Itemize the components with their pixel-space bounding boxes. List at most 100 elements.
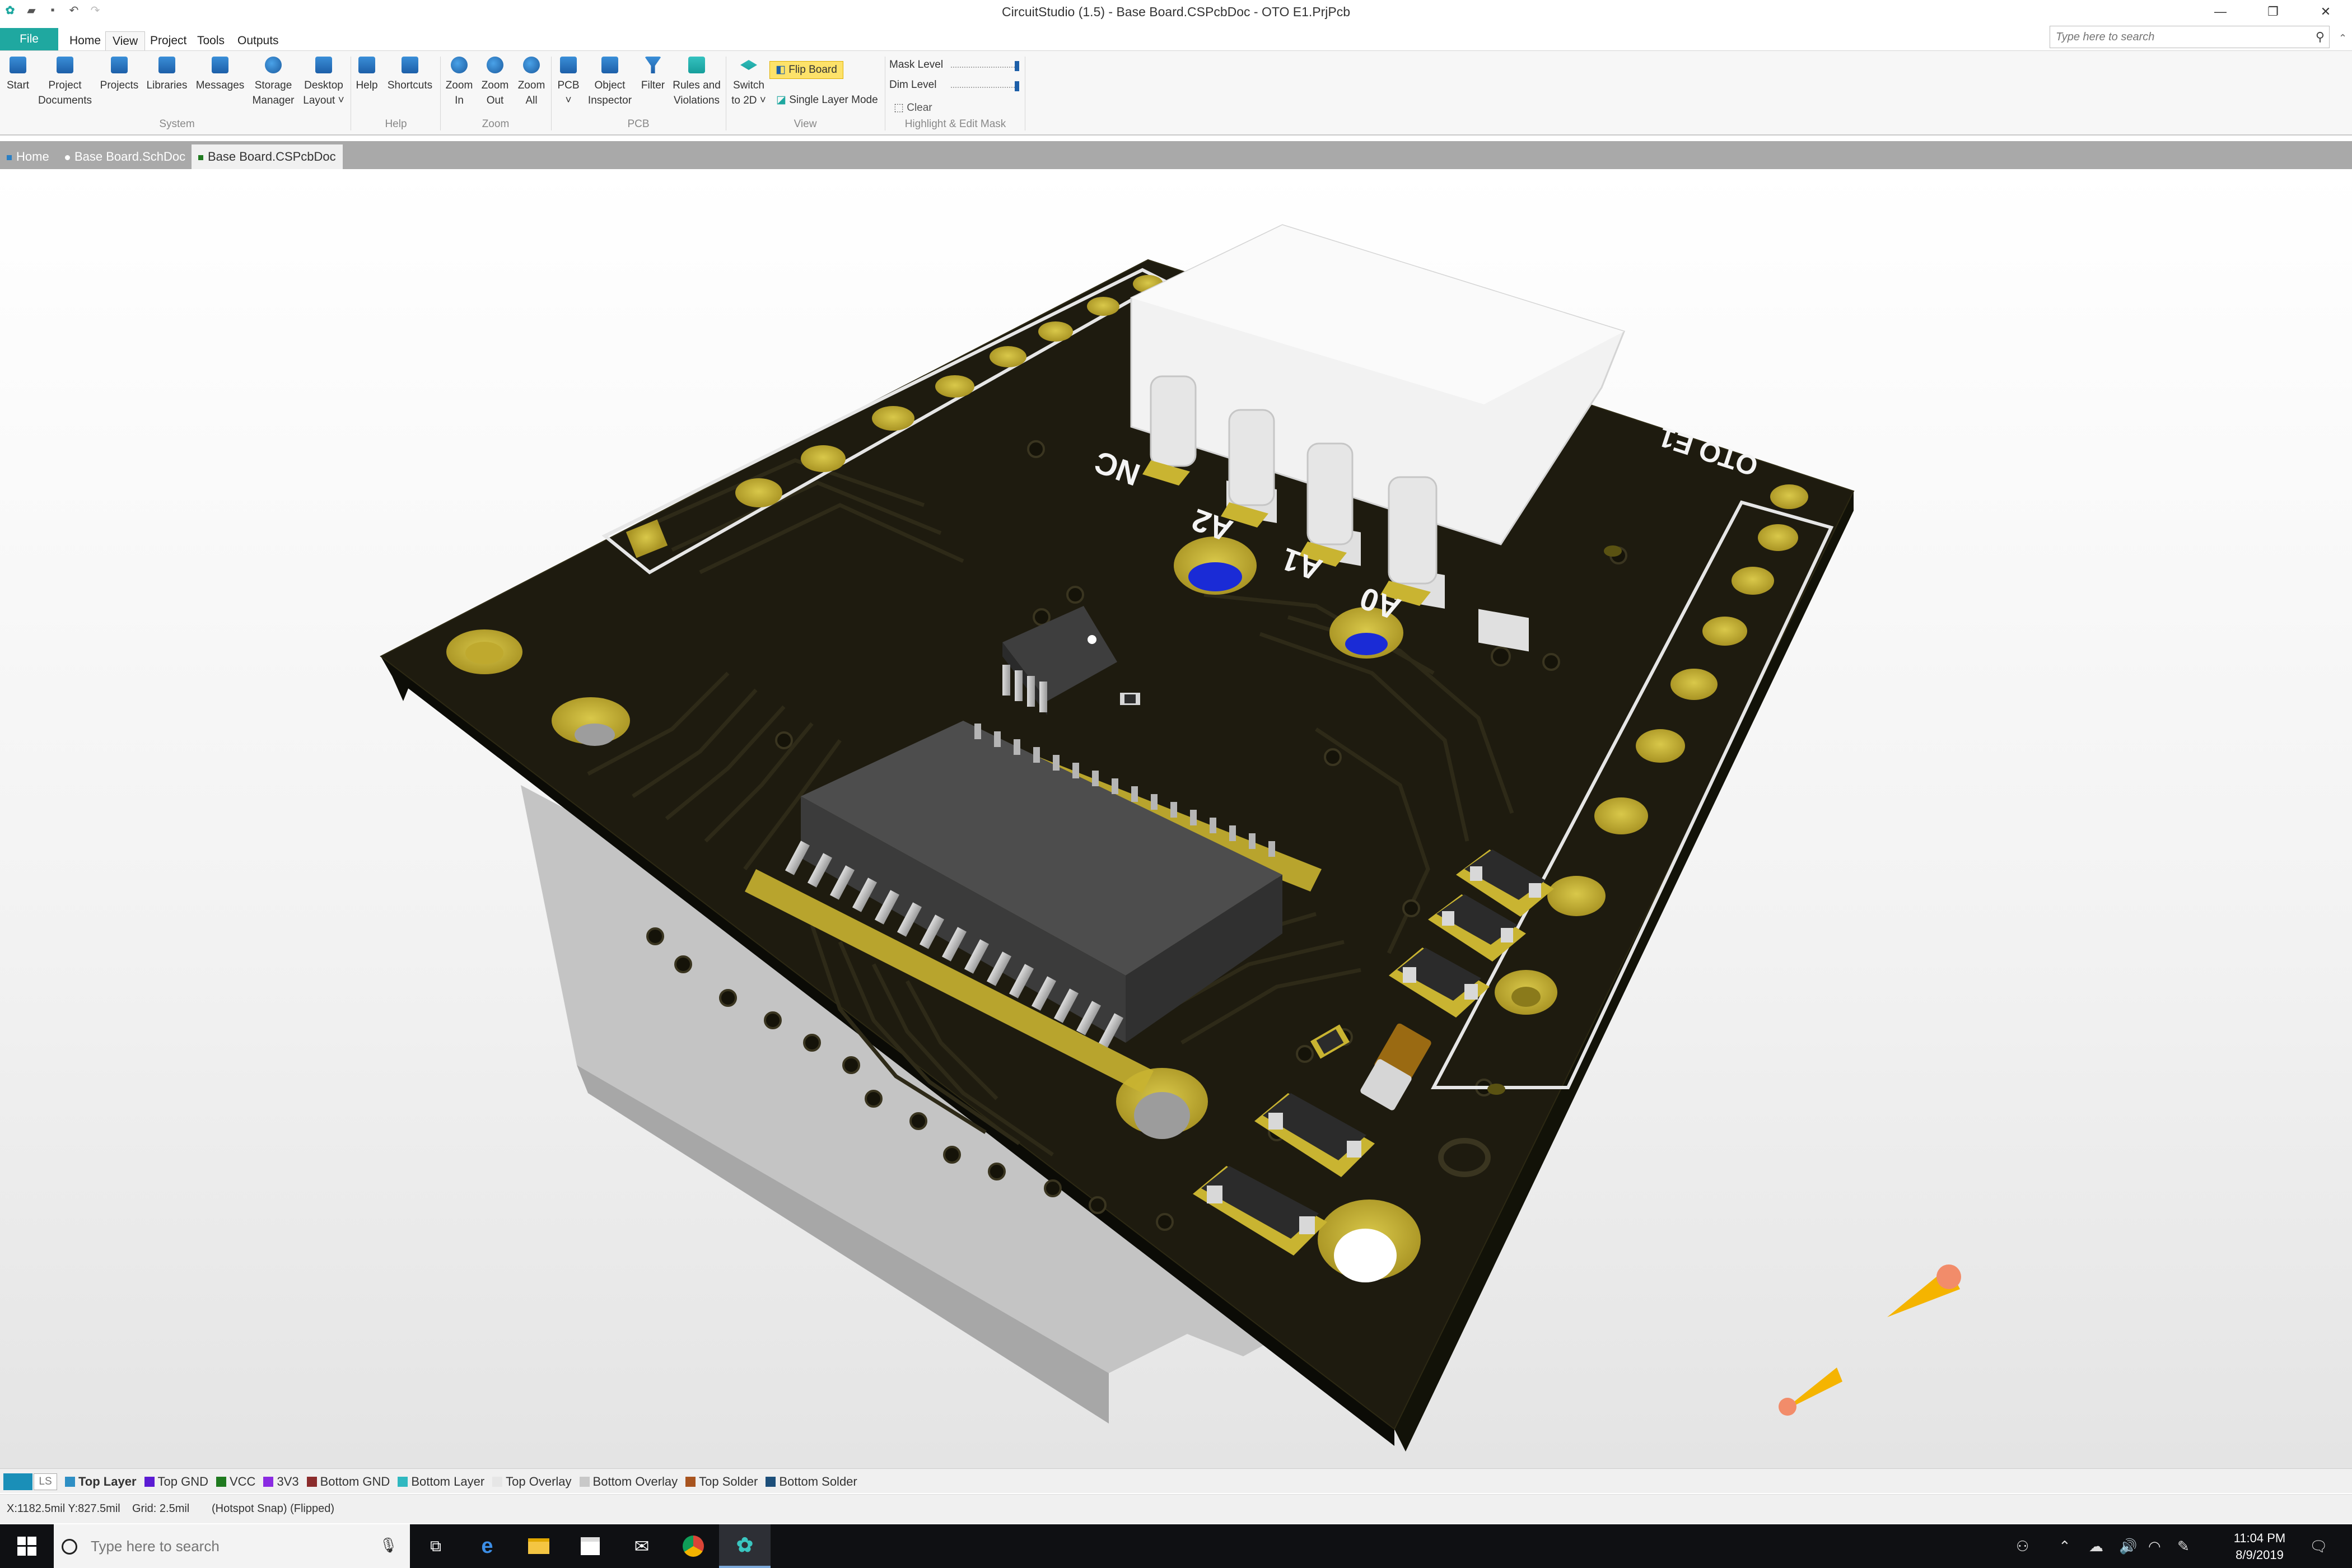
zoom-in-button[interactable]: Zoom In (444, 57, 475, 108)
start-button[interactable]: Start (6, 57, 30, 93)
layer-color-swatch (492, 1477, 503, 1487)
tab-tools[interactable]: Tools (190, 31, 231, 50)
layer-tab-label: 3V3 (277, 1474, 299, 1488)
help-search-input[interactable] (2050, 26, 2297, 48)
flip-board-button[interactable]: ◧ Flip Board (769, 61, 843, 79)
layer-tab-label: Top Layer (78, 1474, 137, 1488)
switch-2d-icon (740, 60, 757, 70)
volume-icon[interactable]: 🔊 (2119, 1538, 2137, 1555)
dim-level-knob[interactable] (1015, 81, 1019, 91)
layer-tab[interactable]: Bottom Layer (398, 1473, 484, 1490)
show-hidden-icons-icon[interactable]: ⌃ (2059, 1538, 2071, 1555)
clear-icon: ⬚ (894, 102, 904, 114)
view-orientation-cones[interactable] (1779, 1264, 1961, 1416)
microphone-icon[interactable]: 🎙 (379, 1537, 398, 1554)
tab-outputs[interactable]: Outputs (231, 31, 286, 50)
explorer-taskbar-button[interactable] (513, 1524, 564, 1568)
help-icon (358, 57, 375, 73)
cortana-icon (62, 1539, 77, 1555)
pcb-button[interactable]: PCB ˅ (554, 57, 582, 108)
storage-manager-button[interactable]: Storage Manager (250, 57, 297, 108)
doc-tab-schdoc[interactable]: Base Board.SchDoc (58, 144, 192, 169)
chrome-taskbar-button[interactable] (668, 1524, 719, 1568)
rules-icon (688, 57, 705, 73)
current-layer-swatch[interactable] (3, 1473, 32, 1490)
layer-tab-label: Bottom Solder (779, 1474, 857, 1488)
mask-level-label: Mask Level (889, 59, 944, 71)
zoom-all-button[interactable]: Zoom All (515, 57, 548, 108)
object-inspector-button[interactable]: Object Inspector (586, 57, 634, 108)
layer-tab[interactable]: Top Layer (65, 1473, 137, 1490)
layer-tab[interactable]: VCC (216, 1473, 255, 1490)
layer-set-button[interactable]: LS (34, 1473, 57, 1490)
tab-project[interactable]: Project (143, 31, 193, 50)
messages-button[interactable]: Messages (194, 57, 246, 93)
network-icon[interactable]: ◠ (2148, 1538, 2161, 1555)
onedrive-icon[interactable]: ☁ (2089, 1538, 2103, 1555)
circuitstudio-taskbar-button[interactable]: ✿ (719, 1524, 771, 1568)
doc-tab-home[interactable]: Home (0, 144, 56, 169)
close-icon[interactable]: ✕ (2299, 0, 2352, 24)
dim-level-slider[interactable] (951, 81, 1019, 91)
mask-level-slider[interactable] (951, 61, 1019, 71)
taskbar-search: 🎙 (54, 1524, 410, 1568)
store-taskbar-button[interactable] (564, 1524, 616, 1568)
layer-color-swatch (398, 1477, 408, 1487)
layout-icon (315, 57, 332, 73)
layer-tab[interactable]: Top Overlay (492, 1473, 572, 1490)
shortcuts-button[interactable]: Shortcuts (383, 57, 437, 93)
layer-tab[interactable]: Top GND (144, 1473, 208, 1490)
switch-to-2d-button[interactable]: Switch to 2D ˅ (729, 57, 768, 108)
tab-file[interactable]: File (0, 28, 58, 50)
task-view-icon: ⧉ (430, 1537, 441, 1555)
clear-button[interactable]: ⬚ Clear (894, 101, 932, 114)
layer-color-swatch (144, 1477, 155, 1487)
pen-icon[interactable]: ✎ (2177, 1538, 2190, 1555)
small-resistor[interactable] (1120, 693, 1140, 705)
project-documents-button[interactable]: Project Documents (35, 57, 95, 108)
task-view-button[interactable]: ⧉ (410, 1524, 461, 1568)
desktop-layout-button[interactable]: Desktop Layout ˅ (300, 57, 347, 108)
group-label-mask: Highlight & Edit Mask (904, 118, 1006, 130)
pcb-3d-render[interactable]: NC A2 A1 A0 OTO E1 (0, 169, 2352, 1468)
layer-tab[interactable]: Top Solder (685, 1473, 758, 1490)
doc-tab-pcbdoc[interactable]: Base Board.CSPcbDoc (192, 144, 343, 169)
home-icon (10, 57, 26, 73)
restore-icon[interactable]: ❐ (2247, 0, 2299, 24)
libraries-icon (158, 57, 175, 73)
minimize-icon[interactable]: — (2194, 0, 2247, 24)
filter-button[interactable]: Filter (637, 57, 669, 93)
system-clock[interactable]: 11:04 PM 8/9/2019 (2218, 1530, 2302, 1564)
layer-tabs: Top Layer Top GND VCC 3V3 Bottom GND Bottom L… (65, 1473, 857, 1490)
mail-taskbar-button[interactable]: ✉ (616, 1524, 668, 1568)
zoom-out-button[interactable]: Zoom Out (478, 57, 512, 108)
layer-tab[interactable]: Bottom Overlay (579, 1473, 678, 1490)
help-button[interactable]: Help (354, 57, 380, 93)
tab-home[interactable]: Home (63, 31, 108, 50)
tab-view[interactable]: View (105, 31, 146, 50)
pcb-3d-view[interactable]: NC A2 A1 A0 OTO E1 (0, 169, 2352, 1468)
action-center-icon[interactable]: 🗨 (2309, 1538, 2328, 1555)
dim-level-label: Dim Level (889, 79, 937, 91)
layer-color-swatch (766, 1477, 776, 1487)
projects-button[interactable]: Projects (99, 57, 140, 93)
folder-icon (528, 1538, 549, 1554)
libraries-button[interactable]: Libraries (143, 57, 190, 93)
cursor-coordinates: X:1182.5mil Y:827.5mil (7, 1502, 120, 1515)
ribbon-collapse-icon[interactable]: ⌃ (2339, 32, 2347, 44)
mask-level-knob[interactable] (1015, 61, 1019, 71)
layer-color-swatch (579, 1477, 590, 1487)
layer-tab[interactable]: 3V3 (263, 1473, 299, 1490)
single-layer-mode-button[interactable]: ◪ Single Layer Mode (776, 94, 878, 106)
rules-violations-button[interactable]: Rules and Violations (671, 57, 722, 108)
edge-taskbar-button[interactable]: e (461, 1524, 513, 1568)
people-icon[interactable]: ⚇ (2016, 1538, 2029, 1555)
layer-tab[interactable]: Bottom GND (306, 1473, 390, 1490)
taskbar-search-input[interactable] (91, 1534, 371, 1558)
start-menu-button[interactable] (0, 1524, 54, 1568)
messages-icon (212, 57, 228, 73)
layer-tab[interactable]: Bottom Solder (766, 1473, 857, 1490)
inspector-icon (601, 57, 618, 73)
search-icon[interactable]: ⚲ (2316, 30, 2325, 44)
layer-tab-bar: LS Top Layer Top GND VCC 3V3 Bottom GND Botto… (0, 1468, 2352, 1493)
